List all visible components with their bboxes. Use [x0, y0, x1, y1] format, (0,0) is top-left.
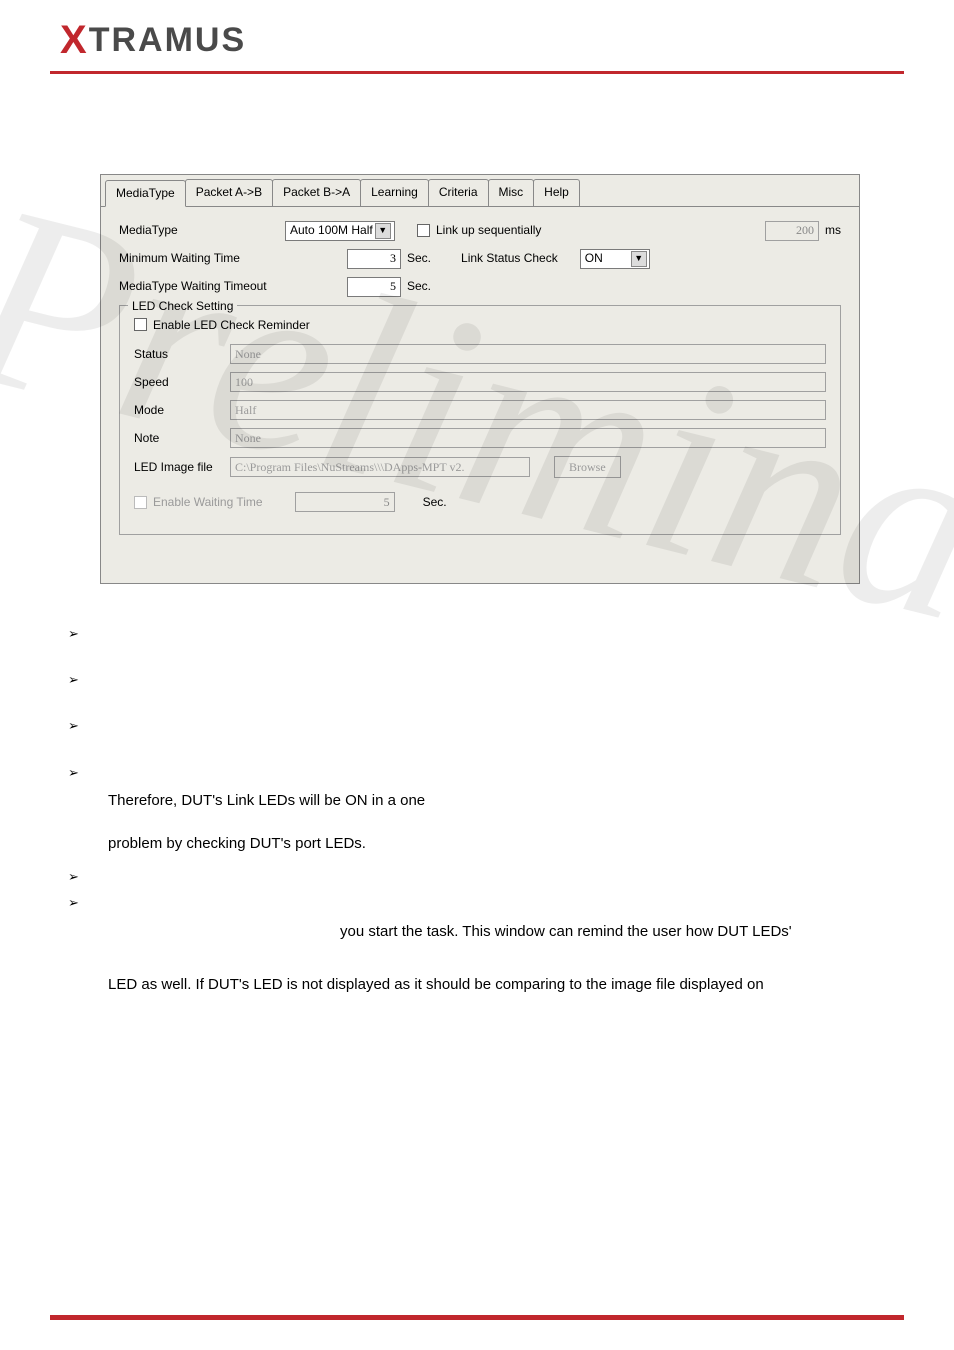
row-enable-led: Enable LED Check Reminder: [134, 316, 826, 335]
enable-led-checkbox[interactable]: [134, 318, 147, 331]
minwait-unit: Sec.: [407, 249, 431, 268]
led-image-input: [230, 457, 530, 477]
tab-learning[interactable]: Learning: [360, 179, 429, 206]
body-line-2: problem by checking DUT's port LEDs.: [108, 832, 894, 855]
mode-input: [230, 400, 826, 420]
enable-wait-value: [295, 492, 395, 512]
page-header: XTRAMUS: [0, 0, 954, 71]
settings-dialog: MediaType Packet A->B Packet B->A Learni…: [100, 174, 860, 584]
note-label: Note: [134, 429, 224, 448]
row-mediatimeout: MediaType Waiting Timeout Sec.: [119, 277, 841, 297]
dropdown-arrow-icon: ▼: [631, 251, 647, 267]
enable-wait-checkbox[interactable]: [134, 496, 147, 509]
linkup-seq-checkbox[interactable]: [417, 224, 430, 237]
chevron-icon: ➢: [68, 893, 96, 913]
row-enable-wait: Enable Waiting Time Sec.: [134, 492, 826, 512]
row-mediatype: MediaType Auto 100M Half ▼ Link up seque…: [119, 221, 841, 241]
linkup-seq-unit: ms: [825, 221, 841, 240]
page-footer: [0, 1315, 954, 1350]
footer-rule: [50, 1315, 904, 1320]
bullet-5: ➢: [68, 867, 894, 887]
tab-packet-ba[interactable]: Packet B->A: [272, 179, 361, 206]
enable-wait-label: Enable Waiting Time: [153, 493, 263, 512]
browse-button[interactable]: Browse: [554, 456, 621, 478]
linkstatus-label: Link Status Check: [461, 249, 558, 268]
mediatype-value: Auto 100M Half: [290, 221, 373, 240]
bullet-2: ➢: [68, 670, 894, 690]
dropdown-arrow-icon: ▼: [375, 223, 391, 239]
led-image-label: LED Image file: [134, 458, 224, 477]
chevron-icon: ➢: [68, 624, 96, 644]
body-line-3: you start the task. This window can remi…: [340, 920, 894, 943]
mediatimeout-label: MediaType Waiting Timeout: [119, 277, 279, 296]
minwait-label: Minimum Waiting Time: [119, 249, 279, 268]
mediatype-label: MediaType: [119, 221, 279, 240]
linkstatus-select[interactable]: ON ▼: [580, 249, 650, 269]
tab-mediatype[interactable]: MediaType: [105, 180, 186, 207]
bullet-4: ➢: [68, 763, 894, 783]
row-mode: Mode: [134, 400, 826, 420]
tab-help[interactable]: Help: [533, 179, 580, 206]
chevron-icon: ➢: [68, 716, 96, 736]
chevron-icon: ➢: [68, 670, 96, 690]
tab-bar: MediaType Packet A->B Packet B->A Learni…: [101, 175, 859, 207]
bullet-3: ➢: [68, 716, 894, 736]
chevron-icon: ➢: [68, 867, 96, 887]
tab-packet-ab[interactable]: Packet A->B: [185, 179, 273, 206]
body-line-4: LED as well. If DUT's LED is not display…: [108, 973, 894, 996]
row-status: Status: [134, 344, 826, 364]
bullet-6: ➢: [68, 893, 894, 913]
linkup-seq-value[interactable]: [765, 221, 819, 241]
enable-wait-unit: Sec.: [423, 493, 447, 512]
brand-logo: XTRAMUS: [60, 18, 894, 63]
speed-input: [230, 372, 826, 392]
chevron-icon: ➢: [68, 763, 96, 783]
linkup-seq-label: Link up sequentially: [436, 221, 541, 240]
linkstatus-value: ON: [585, 249, 603, 268]
row-speed: Speed: [134, 372, 826, 392]
logo-rest: TRAMUS: [89, 21, 246, 59]
status-input: [230, 344, 826, 364]
led-check-groupbox: LED Check Setting Enable LED Check Remin…: [119, 305, 841, 536]
mediatype-select[interactable]: Auto 100M Half ▼: [285, 221, 395, 241]
page-content: Preliminary MediaType Packet A->B Packet…: [0, 74, 954, 1028]
bullet-1: ➢: [68, 624, 894, 644]
mediatimeout-unit: Sec.: [407, 277, 431, 296]
minwait-value[interactable]: [347, 249, 401, 269]
body-line-1: Therefore, DUT's Link LEDs will be ON in…: [108, 789, 894, 812]
form-area: MediaType Auto 100M Half ▼ Link up seque…: [101, 207, 859, 544]
row-minwait: Minimum Waiting Time Sec. Link Status Ch…: [119, 249, 841, 269]
row-led-image: LED Image file Browse: [134, 456, 826, 478]
mediatimeout-value[interactable]: [347, 277, 401, 297]
tab-misc[interactable]: Misc: [488, 179, 535, 206]
row-note: Note: [134, 428, 826, 448]
status-label: Status: [134, 345, 224, 364]
tab-criteria[interactable]: Criteria: [428, 179, 489, 206]
speed-label: Speed: [134, 373, 224, 392]
mode-label: Mode: [134, 401, 224, 420]
note-input: [230, 428, 826, 448]
led-group-title: LED Check Setting: [128, 297, 237, 316]
logo-letter-x: X: [60, 18, 89, 62]
enable-led-label: Enable LED Check Reminder: [153, 316, 310, 335]
body-text-block: ➢ ➢ ➢ ➢ Therefore, DUT's Link LEDs will …: [60, 624, 894, 996]
